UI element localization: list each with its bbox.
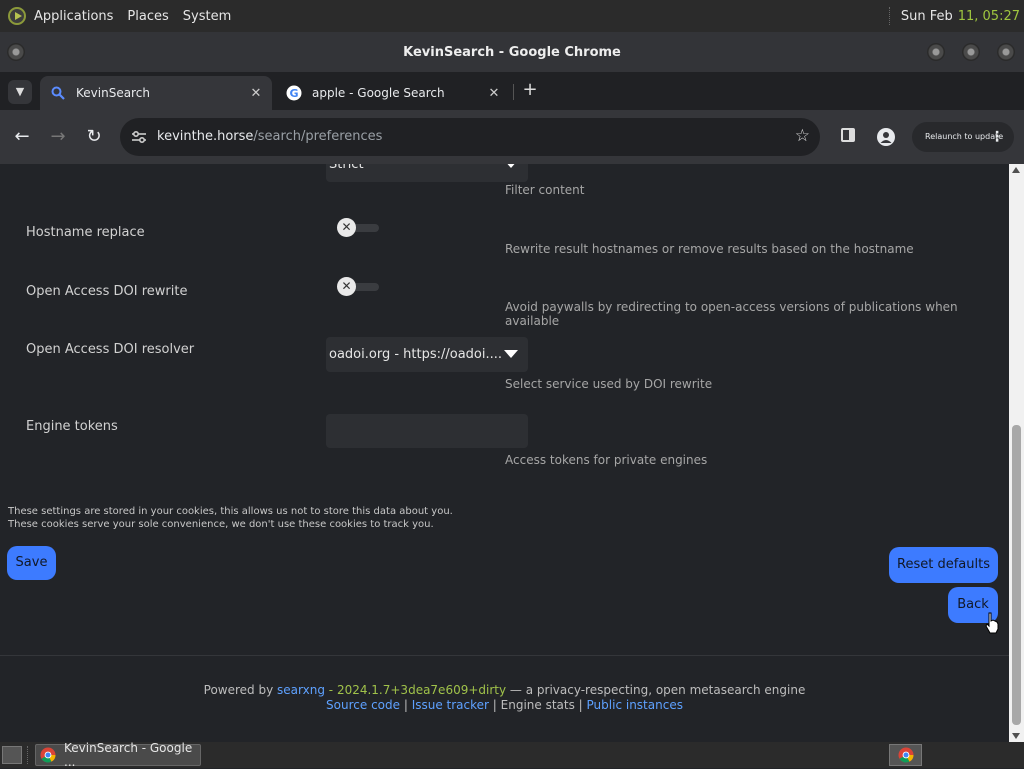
tab-strip: ▼ KevinSearch ✕ G apple - Google Search …	[0, 72, 1024, 110]
hostname-replace-label: Hostname replace	[26, 225, 145, 240]
close-tab-icon[interactable]: ✕	[484, 86, 504, 101]
engine-tokens-label: Engine tokens	[26, 419, 118, 434]
issue-tracker-link[interactable]: Issue tracker	[412, 698, 489, 712]
window-titlebar: KevinSearch - Google Chrome	[0, 32, 1024, 72]
footer-divider	[0, 655, 1009, 656]
bottom-taskbar: KevinSearch - Google ...	[0, 741, 1024, 769]
chevron-down-icon	[504, 164, 518, 168]
more-menu-icon[interactable]: ⋮	[990, 122, 1004, 152]
clock-date: Sun Feb	[900, 8, 953, 24]
menu-system[interactable]: System	[183, 9, 231, 24]
window-title: KevinSearch - Google Chrome	[403, 44, 621, 60]
maximize-icon[interactable]	[962, 43, 980, 61]
address-bar[interactable]: kevinthe.horse/search/preferences ☆	[120, 118, 820, 156]
taskbar-task-label: KevinSearch - Google ...	[64, 741, 193, 769]
engine-tokens-input[interactable]	[326, 414, 528, 448]
reload-icon[interactable]: ↻	[82, 125, 106, 149]
footer-divider-text: |	[488, 698, 501, 712]
save-button[interactable]: Save	[7, 546, 56, 580]
tab-kevinsearch[interactable]: KevinSearch ✕	[40, 76, 272, 110]
taskbar-chrome-window[interactable]: KevinSearch - Google ...	[35, 741, 201, 769]
cookie-note-line1: These settings are stored in your cookie…	[8, 506, 453, 517]
tab-search-button[interactable]: ▼	[8, 80, 32, 104]
toggle-off-icon: ✕	[337, 218, 356, 237]
menu-places[interactable]: Places	[127, 9, 168, 24]
footer-links: Source code | Issue tracker | Engine sta…	[0, 698, 1009, 712]
preferences-page: Strict Filter content Hostname replace ✕…	[0, 164, 1009, 742]
browser-toolbar: ← → ↻ kevinthe.horse/search/preferences …	[0, 110, 1024, 164]
tab-label: KevinSearch	[76, 86, 150, 100]
side-panel-icon[interactable]	[841, 128, 855, 142]
doi-resolver-desc: Select service used by DOI rewrite	[505, 377, 713, 391]
applications-icon[interactable]	[8, 7, 26, 25]
chevron-down-icon	[504, 350, 518, 358]
hand-cursor-icon	[985, 612, 999, 634]
hostname-replace-desc: Rewrite result hostnames or remove resul…	[505, 242, 914, 256]
content-filter-desc: Filter content	[505, 183, 585, 197]
tab-apple-google[interactable]: G apple - Google Search ✕	[276, 76, 510, 110]
profile-icon[interactable]	[877, 128, 895, 146]
url-text: kevinthe.horse/search/preferences	[157, 118, 382, 156]
new-tab-icon[interactable]: +	[520, 80, 540, 100]
content-filter-value: Strict	[329, 164, 364, 172]
url-host: kevinthe.horse	[157, 129, 254, 144]
search-icon	[50, 85, 66, 101]
clock[interactable]: Sun Feb 11, 05:27	[888, 0, 1024, 32]
show-desktop-icon[interactable]	[2, 746, 22, 764]
version-text: - 2024.1.7+3dea7e609+dirty	[324, 683, 507, 697]
bookmark-star-icon[interactable]: ☆	[795, 126, 810, 146]
tray-chrome-icon[interactable]	[889, 744, 922, 766]
powered-by-text: Powered by	[203, 683, 274, 697]
google-icon: G	[286, 85, 302, 101]
forward-arrow-icon[interactable]: →	[46, 125, 70, 149]
engine-tokens-desc: Access tokens for private engines	[505, 453, 708, 467]
top-panel: Applications Places System Sun Feb 11, 0…	[0, 0, 1024, 32]
site-settings-icon[interactable]	[130, 128, 148, 146]
tab-label: apple - Google Search	[312, 86, 445, 100]
doi-resolver-label: Open Access DOI resolver	[26, 342, 195, 357]
close-tab-icon[interactable]: ✕	[246, 86, 266, 101]
doi-rewrite-desc: Avoid paywalls by redirecting to open-ac…	[505, 300, 958, 328]
content-filter-select[interactable]: Strict	[326, 164, 528, 182]
menu-applications[interactable]: Applications	[34, 9, 113, 24]
back-arrow-icon[interactable]: ←	[10, 125, 34, 149]
tagline-text: — a privacy-respecting, open metasearch …	[506, 683, 806, 697]
doi-resolver-value: oadoi.org - https://oadoi....	[329, 347, 503, 362]
minimize-icon[interactable]	[927, 43, 945, 61]
cookie-note-line2: These cookies serve your sole convenienc…	[8, 519, 434, 530]
scroll-down-icon[interactable]	[1012, 733, 1020, 739]
window-menu-icon[interactable]	[7, 43, 25, 61]
reset-defaults-button[interactable]: Reset defaults	[889, 547, 998, 583]
public-instances-link[interactable]: Public instances	[587, 698, 683, 712]
hostname-replace-toggle[interactable]: ✕	[337, 218, 379, 237]
footer-divider-text: |	[400, 698, 412, 712]
footer-divider-text: |	[574, 698, 587, 712]
panel-separator	[888, 7, 891, 25]
doi-rewrite-label: Open Access DOI rewrite	[26, 284, 188, 299]
page-scrollbar[interactable]	[1009, 164, 1024, 742]
footer-powered-by: Powered by searxng - 2024.1.7+3dea7e609+…	[0, 683, 1009, 697]
source-code-link[interactable]: Source code	[326, 698, 400, 712]
scroll-up-icon[interactable]	[1012, 167, 1020, 173]
svg-text:G: G	[289, 87, 298, 100]
engine-stats-text: Engine stats	[500, 698, 575, 712]
doi-rewrite-toggle[interactable]: ✕	[337, 277, 379, 296]
url-path: /search/preferences	[253, 129, 383, 144]
taskbar-separator	[27, 746, 29, 764]
relaunch-to-update-button[interactable]: Relaunch to update ⋮	[912, 122, 1014, 152]
searxng-link[interactable]: searxng	[277, 683, 325, 697]
tab-separator	[513, 84, 514, 100]
close-window-icon[interactable]	[997, 43, 1015, 61]
toggle-off-icon: ✕	[337, 277, 356, 296]
clock-time: 11, 05:27	[957, 8, 1020, 24]
doi-resolver-select[interactable]: oadoi.org - https://oadoi....	[326, 337, 528, 372]
scrollbar-thumb[interactable]	[1012, 425, 1021, 725]
chrome-icon	[40, 747, 56, 763]
